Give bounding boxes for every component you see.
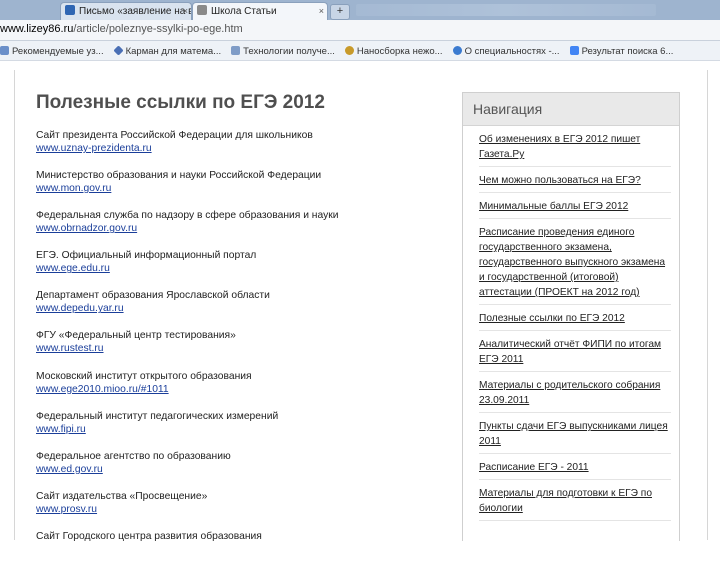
page-icon [231, 46, 241, 55]
close-icon[interactable]: × [183, 3, 188, 20]
link-url[interactable]: www.ed.gov.ru [36, 463, 436, 476]
url-domain: www.lizey86.ru [0, 23, 74, 35]
nav-link[interactable]: Материалы с родительского собрания 23.09… [479, 372, 671, 413]
link-url[interactable]: www.rustest.ru [36, 342, 436, 355]
new-tab-button[interactable]: + [330, 4, 350, 20]
nav-link-text: Пункты сдачи ЕГЭ выпускниками лицея 2011 [479, 421, 668, 447]
nav-link[interactable]: Материалы для подготовки к ЕГЭ по биолог… [479, 480, 671, 521]
mail-icon [65, 5, 75, 15]
link-url[interactable]: www.depedu.yar.ru [36, 302, 436, 315]
link-item: Сайт президента Российской Федерации для… [36, 129, 436, 169]
bookmark-label: Рекомендуемые уз... [12, 46, 104, 57]
link-url[interactable]: www.prosv.ru [36, 503, 436, 516]
link-item: Федеральное агентство по образованию www.… [36, 450, 436, 490]
link-title: Сайт президента Российской Федерации для… [36, 130, 313, 141]
nav-link-text: Материалы с родительского собрания 23.09… [479, 380, 661, 406]
bookmark-label: Карман для матема... [125, 46, 222, 57]
link-title: ЕГЭ. Официальный информационный портал [36, 250, 257, 262]
nav-link-text: Чем можно пользоваться на ЕГЭ? [479, 175, 641, 186]
nav-link[interactable]: Об изменениях в ЕГЭ 2012 пишет Газета.Ру [479, 126, 671, 167]
nav-link-text: Материалы для подготовки к ЕГЭ по биолог… [479, 488, 652, 514]
nav-link-text: Аналитический отчёт ФИПИ по итогам ЕГЭ 2… [479, 339, 662, 365]
link-title: Федеральная служба по надзору в сфере об… [36, 210, 339, 222]
link-title: Сайт издательства «Просвещение» [36, 490, 208, 502]
page-icon [197, 5, 207, 15]
browser-tab-bar: Письмо «заявление на вып × Школа Статьи … [0, 0, 720, 21]
nav-link-text: Расписание ЕГЭ - 2011 [479, 462, 589, 473]
link-item: Федеральная служба по надзору в сфере об… [36, 209, 436, 249]
link-item: Сайт Городского центра развития образова… [36, 530, 436, 570]
navigation-panel: Навигация Об изменениях в ЕГЭ 2012 пишет… [462, 92, 680, 541]
nav-link-text: Расписание проведения единого государств… [479, 227, 666, 298]
bookmark-label: Результат поиска 6... [581, 46, 674, 57]
link-url[interactable]: www.ege2010.mioo.ru/#1011 [36, 383, 436, 396]
link-title: Департамент образования Ярославской обла… [36, 290, 270, 302]
address-bar[interactable]: www.lizey86.ru/article/poleznye-ssylki-p… [0, 20, 720, 41]
nav-link[interactable]: Расписание ЕГЭ - 2011 [479, 454, 671, 480]
link-title: ФГУ «Федеральный центр тестирования» [36, 330, 236, 342]
link-item: Департамент образования Ярославской обла… [36, 289, 436, 329]
nav-link[interactable]: Чем можно пользоваться на ЕГЭ? [479, 167, 671, 193]
link-url[interactable]: www.mon.gov.ru [36, 182, 436, 195]
nav-link-text: Об изменениях в ЕГЭ 2012 пишет Газета.Ру [479, 134, 641, 160]
link-item: Сайт издательства «Просвещение» www.prosv… [36, 490, 436, 530]
tab-label: Школа Статьи [211, 6, 277, 17]
bookmark-label: О специальностях -... [464, 46, 560, 57]
google-icon [569, 46, 579, 55]
bookmark-item[interactable]: Технологии получе... [231, 42, 335, 60]
page-icon [0, 46, 9, 55]
link-url[interactable]: www.ege.edu.ru [36, 262, 436, 275]
nav-link-text: Полезные ссылки по ЕГЭ 2012 [479, 313, 625, 324]
useful-links-list: Сайт президента Российской Федерации для… [36, 129, 436, 570]
tab-label: Письмо «заявление на вып [79, 6, 191, 17]
globe-icon [452, 46, 462, 55]
bookmark-item[interactable]: Результат поиска 6... [569, 42, 674, 60]
bookmark-item[interactable]: Рекомендуемые уз... [0, 42, 104, 60]
link-url[interactable]: www.fipi.ru [36, 423, 436, 436]
link-title: Сайт Городского центра развития образова… [36, 530, 262, 542]
bookmark-label: Технологии получе... [243, 46, 335, 57]
window-title-area [356, 4, 656, 16]
link-url[interactable]: www.obrnadzor.gov.ru [36, 222, 436, 235]
link-title: Федеральный институт педагогических изме… [36, 410, 279, 422]
nav-link[interactable]: Минимальные баллы ЕГЭ 2012 [479, 193, 671, 219]
link-item: Федеральный институт педагогических изме… [36, 410, 436, 450]
nav-link[interactable]: Расписание проведения единого государств… [479, 219, 671, 305]
close-icon[interactable]: × [319, 3, 324, 20]
nav-link[interactable]: Полезные ссылки по ЕГЭ 2012 [479, 305, 671, 331]
bookmark-item[interactable]: Наносборка нежо... [344, 42, 443, 60]
link-title: Министерство образования и науки Российс… [36, 170, 322, 182]
tab-school-articles[interactable]: Школа Статьи × [192, 2, 328, 21]
nav-link[interactable]: Аналитический отчёт ФИПИ по итогам ЕГЭ 2… [479, 331, 671, 372]
link-item: Московский институт открытого образовани… [36, 370, 436, 410]
page-title: Полезные ссылки по ЕГЭ 2012 [36, 92, 325, 113]
link-url[interactable]: www.uznay-prezidenta.ru [36, 142, 436, 155]
bookmark-item[interactable]: Карман для матема... [113, 42, 222, 60]
link-item: Министерство образования и науки Российс… [36, 169, 436, 209]
nav-link-text: Минимальные баллы ЕГЭ 2012 [479, 201, 629, 212]
navigation-list: Об изменениях в ЕГЭ 2012 пишет Газета.Ру… [463, 126, 679, 521]
bookmark-item[interactable]: О специальностях -... [452, 42, 560, 60]
link-item: ФГУ «Федеральный центр тестирования» www.… [36, 329, 436, 369]
nav-link[interactable]: Пункты сдачи ЕГЭ выпускниками лицея 2011 [479, 413, 671, 454]
bookmark-label: Наносборка нежо... [356, 46, 443, 57]
link-title: Московский институт открытого образовани… [36, 370, 252, 382]
diamond-icon [113, 45, 124, 56]
bookmarks-bar: Рекомендуемые уз... Карман для матема... Т… [0, 41, 720, 61]
link-item: ЕГЭ. Официальный информационный портал ww… [36, 249, 436, 289]
url-text[interactable]: www.lizey86.ru/article/poleznye-ssylki-p… [0, 23, 243, 35]
navigation-header: Навигация [463, 93, 679, 126]
tab-letter[interactable]: Письмо «заявление на вып × [60, 2, 192, 21]
url-path: /article/poleznye-ssylki-po-ege.htm [73, 23, 243, 35]
gear-icon [344, 46, 354, 55]
link-title: Федеральное агентство по образованию [36, 450, 231, 462]
